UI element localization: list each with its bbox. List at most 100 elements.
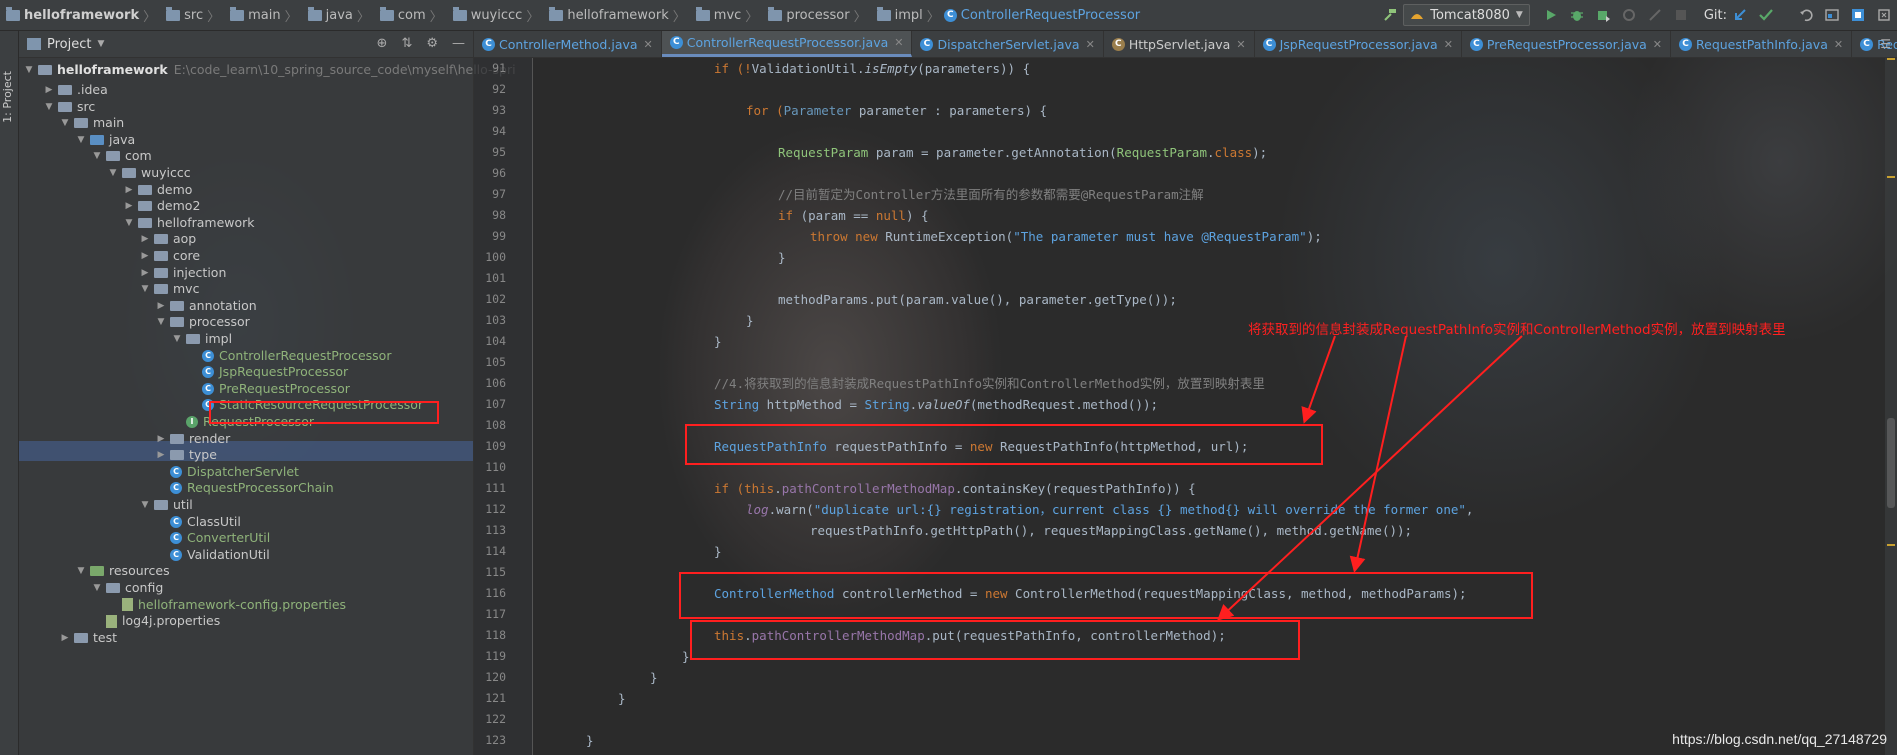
code-line-97: //目前暂定为Controller方法里面所有的参数都需要@RequestPar… [778,187,1204,202]
sdk-icon[interactable] [1851,8,1865,22]
profile-icon[interactable] [1622,8,1636,22]
folder-icon [74,118,88,129]
class-icon: C [202,366,214,379]
expand-arrow-icon[interactable]: ▼ [155,312,167,332]
toolbar-right: Tomcat8080 ▼ Git: [1377,0,1897,30]
code-line-113: requestPathInfo.getHttpPath(), requestMa… [810,523,1413,538]
highlight-box-line-109 [685,424,1323,465]
expand-arrow-icon[interactable]: ▼ [75,130,87,150]
breadcrumb-item[interactable]: main 〉 [224,6,302,25]
class-icon: C [202,382,214,395]
properties-file-icon [122,598,133,612]
tabs-overflow-icon[interactable]: ☰ [1880,37,1891,51]
tab-dispatcher-servlet[interactable]: C DispatcherServlet.java ✕ [912,31,1104,57]
vcs-commit-icon[interactable] [1759,8,1773,22]
collapse-arrow-icon[interactable]: ▶ [59,628,71,648]
run-config-select[interactable]: Tomcat8080 ▼ [1403,4,1530,26]
project-tool-button[interactable]: 1: Project [1,71,14,123]
folder-icon [170,433,184,444]
tab-request-path-info[interactable]: C RequestPathInfo.java ✕ [1671,31,1853,57]
breadcrumb-item[interactable]: processor 〉 [762,6,870,25]
watermark: https://blog.csdn.net/qq_27148729 [1672,731,1887,747]
tab-pre-request-processor[interactable]: C PreRequestProcessor.java ✕ [1462,31,1672,57]
code-line-100: } [778,250,786,265]
expand-arrow-icon[interactable]: ▼ [139,495,151,515]
tab-jsp-request-processor[interactable]: C JspRequestProcessor.java ✕ [1255,31,1462,57]
folder-icon [138,217,152,228]
run-icon[interactable] [1544,8,1558,22]
breadcrumb-item[interactable]: impl 〉 [871,6,944,25]
folder-icon [138,201,152,212]
coverage-icon[interactable] [1596,8,1610,22]
tab-controller-method[interactable]: C ControllerMethod.java ✕ [474,31,662,57]
code-line-106: //4.将获取到的信息封装成RequestPathInfo实例和Controll… [714,376,1265,391]
tree-item-root[interactable]: ▼ helloframework E:\code_learn\10_spring_s… [23,60,516,80]
tree-item[interactable]: ▶ test [59,628,117,648]
stop-icon[interactable] [1674,8,1688,22]
navigation-bar: helloframework 〉 src 〉 main 〉 java 〉 com 〉 wu… [0,0,1897,31]
locate-icon[interactable]: ⊕ [377,36,388,51]
class-icon: C [202,349,214,362]
folder-icon [138,184,152,195]
breadcrumb-item[interactable]: wuyiccc 〉 [447,6,544,25]
close-icon[interactable]: ✕ [1444,38,1453,51]
expand-arrow-icon[interactable]: ▼ [91,146,103,166]
editor-scrollbar[interactable] [1885,58,1897,755]
chevron-down-icon[interactable]: ▼ [97,39,104,49]
attach-icon[interactable] [1648,8,1662,22]
debug-icon[interactable] [1570,8,1584,22]
line-number: 111 [485,481,506,495]
project-panel: Project ▼ ⊕ ⇅ ⚙ — ▼ helloframework E:\code… [19,31,516,755]
line-number: 98 [492,208,506,222]
breadcrumb-item[interactable]: mvc 〉 [690,6,763,25]
expand-arrow-icon[interactable]: ▼ [43,97,55,117]
class-icon: C [1679,37,1693,51]
line-number: 121 [485,691,506,705]
expand-arrow-icon[interactable]: ▼ [123,213,135,233]
project-panel-title[interactable]: Project [47,37,91,52]
breadcrumb-item[interactable]: C ControllerRequestProcessor [943,8,1140,23]
expand-arrow-icon[interactable]: ▼ [91,578,103,598]
expand-arrow-icon[interactable]: ▼ [75,561,87,581]
class-icon: C [482,37,495,51]
breadcrumb-item[interactable]: src 〉 [160,6,224,25]
class-icon: C [170,532,182,545]
hide-icon[interactable]: — [452,36,465,51]
line-number: 112 [485,502,506,516]
build-hammer-icon[interactable] [1383,8,1397,22]
code-line-102: methodParams.put(param.value(), paramete… [778,292,1177,307]
vcs-update-icon[interactable] [1733,8,1747,22]
expand-arrow-icon[interactable]: ▼ [139,279,151,299]
tab-controller-request-processor[interactable]: C ControllerRequestProcessor.java ✕ [661,31,913,57]
folder-icon [876,6,891,21]
highlight-box-line-116 [679,572,1533,619]
close-icon[interactable]: ✕ [1653,38,1662,51]
tab-http-servlet[interactable]: C HttpServlet.java ✕ [1104,31,1255,57]
line-number: 101 [485,271,506,285]
tree-item[interactable]: C ValidationUtil [155,545,270,565]
breadcrumb-item[interactable]: com 〉 [374,6,447,25]
scroll-thumb[interactable] [1887,418,1895,508]
expand-arrow-icon[interactable]: ▼ [107,163,119,183]
chevron-down-icon: ▼ [1515,10,1523,20]
close-icon[interactable]: ✕ [1236,38,1245,51]
code-line-99: throw new RuntimeException("The paramete… [810,229,1322,244]
close-icon[interactable]: ✕ [1834,38,1843,51]
breadcrumb-item[interactable]: java 〉 [302,6,374,25]
expand-arrow-icon[interactable]: ▼ [59,113,71,133]
gear-icon[interactable]: ⚙ [426,36,438,51]
line-number: 103 [485,313,506,327]
project-structure-icon[interactable] [1825,8,1839,22]
line-number: 99 [492,229,506,243]
class-icon: C [1262,37,1276,51]
close-icon[interactable]: ✕ [1086,38,1095,51]
close-icon[interactable]: ✕ [644,38,653,51]
collapse-all-icon[interactable]: ⇅ [401,36,412,51]
settings-icon[interactable] [1877,8,1891,22]
close-icon[interactable]: ✕ [894,36,903,49]
rollback-icon[interactable] [1799,8,1813,22]
expand-arrow-icon[interactable]: ▼ [171,329,183,349]
breadcrumb-item[interactable]: helloframework 〉 [543,6,689,25]
breadcrumb-item[interactable]: helloframework 〉 [0,6,160,25]
folder-icon [768,6,783,21]
